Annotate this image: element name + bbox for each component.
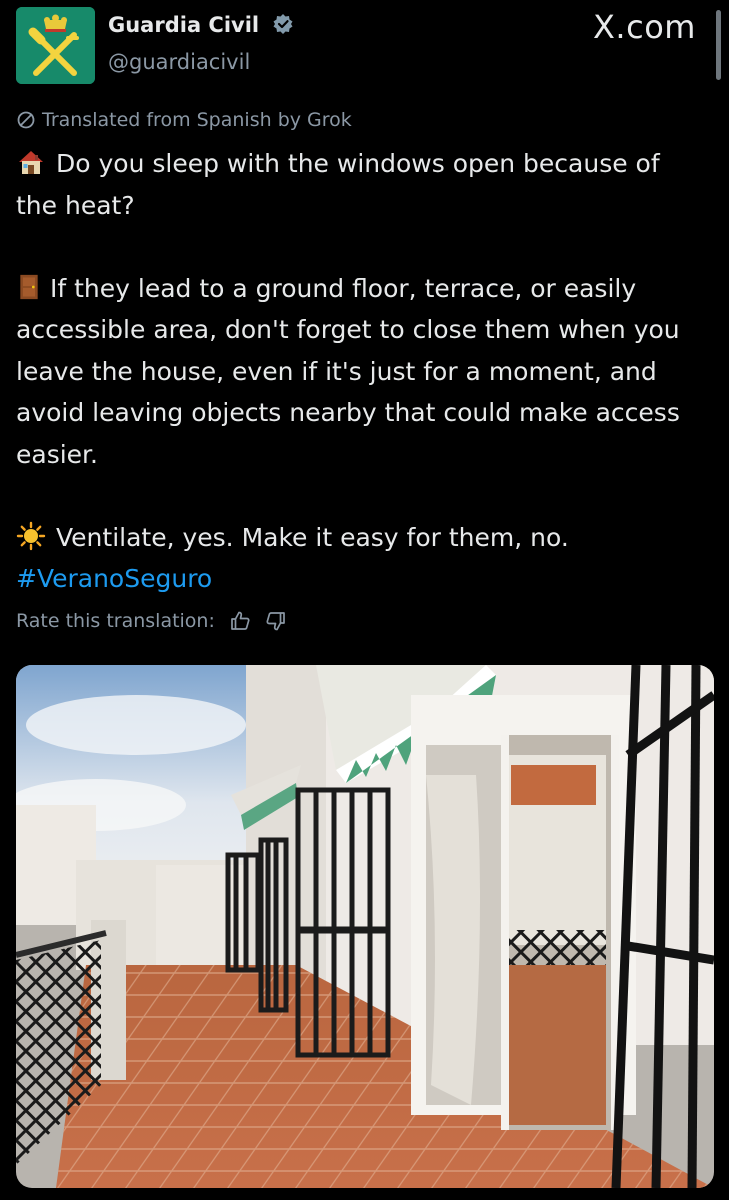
avatar[interactable] [16, 7, 95, 84]
post-line-1: Do you sleep with the windows open becau… [16, 149, 660, 220]
post-paragraph-2: If they lead to a ground floor, terrace,… [16, 268, 706, 476]
author-name[interactable]: Guardia Civil [108, 13, 259, 37]
post-paragraph-3: Ventilate, yes. Make it easy for them, n… [16, 517, 706, 559]
author-name-row[interactable]: Guardia Civil [108, 13, 294, 40]
hashtag-link[interactable]: #VeranoSeguro [16, 564, 212, 593]
guardia-civil-emblem-icon [16, 7, 95, 84]
thumbs-down-icon[interactable] [265, 610, 287, 632]
post-paragraph-1: Do you sleep with the windows open becau… [16, 143, 706, 226]
sun-emoji-icon [16, 521, 46, 550]
translation-note: Translated from Spanish by Grok [16, 109, 352, 131]
rate-translation: Rate this translation: [16, 610, 287, 632]
post-line-3: Ventilate, yes. Make it easy for them, n… [56, 522, 569, 552]
verified-badge-icon [272, 13, 294, 40]
hashtag-row: #VeranoSeguro [16, 558, 706, 600]
house-emoji-icon [19, 151, 43, 174]
translate-icon [17, 111, 35, 129]
rate-translation-label: Rate this translation: [16, 610, 215, 632]
site-label: X.com [593, 8, 696, 46]
terrace-photo-image[interactable] [16, 665, 714, 1188]
door-emoji-icon [20, 274, 38, 299]
scrollbar[interactable] [716, 10, 721, 80]
thumbs-up-icon[interactable] [229, 610, 251, 632]
post-line-2: If they lead to a ground floor, terrace,… [16, 273, 680, 469]
post-text: Do you sleep with the windows open becau… [16, 143, 706, 600]
translation-note-text: Translated from Spanish by Grok [42, 109, 352, 131]
author-handle[interactable]: @guardiacivil [108, 50, 250, 74]
post-header: Guardia Civil @guardiacivil X.com [0, 0, 729, 100]
